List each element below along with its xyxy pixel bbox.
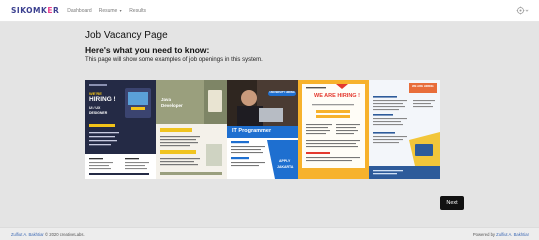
poster-3-badge: UNIVERSITY HIRING (268, 91, 297, 96)
nav-link-resume[interactable]: Resume ▼ (99, 8, 123, 14)
footer-copyright-text: © 2020 creativeLabs. (43, 232, 85, 237)
top-navbar: SIKOMKER Dashboard Resume ▼ Results (0, 0, 539, 22)
job-poster-java-developer[interactable]: Java Developer (156, 80, 227, 179)
page-footer: Zulfiut A. Bakhtiar © 2020 creativeLabs.… (0, 227, 539, 240)
nav-link-resume-label: Resume (98, 7, 118, 14)
page-title: Job Vacancy Page (85, 30, 168, 41)
brand-logo-end: R (52, 6, 60, 15)
brand-logo[interactable]: SIKOMKER (11, 6, 59, 15)
nav-link-dashboard[interactable]: Dashboard (67, 8, 91, 14)
poster-3-title: IT Programmer (232, 128, 272, 134)
next-button[interactable]: Next (440, 196, 464, 210)
poster-1-line-3: UI / UX (89, 106, 101, 110)
poster-1-line-2: HIRING ! (89, 96, 116, 103)
page-description: This page will show some examples of job… (85, 57, 263, 63)
poster-5-title: WE ARE HIRING (412, 84, 434, 88)
footer-powered-by: Powered by Zulfiut A. Bakhtiar (473, 232, 529, 237)
poster-1-line-4: DESIGNER (89, 111, 108, 115)
footer-powered-author-link[interactable]: Zulfiut A. Bakhtiar (496, 232, 529, 237)
footer-powered-label: Powered by (472, 232, 497, 237)
section-subtitle: Here's what you need to know: (85, 45, 210, 55)
poster-3-line-1: APPLY (279, 159, 291, 163)
footer-copyright: Zulfiut A. Bakhtiar © 2020 creativeLabs. (11, 232, 85, 237)
caret-down-icon: ▼ (118, 8, 123, 13)
poster-4-title: WE ARE HIRING ! (314, 93, 360, 99)
poster-2-line-2: Developer (161, 103, 183, 108)
job-poster-ui-ux-designer[interactable]: WE'RE HIRING ! UI / UX DESIGNER (85, 80, 156, 179)
brand-logo-text: SIKOMK (11, 6, 48, 15)
job-poster-we-are-hiring-yellow[interactable]: WE ARE HIRING ! (298, 80, 369, 179)
poster-artwork (156, 80, 227, 179)
job-poster-we-are-hiring-blue[interactable]: WE ARE HIRING (369, 80, 440, 179)
user-gear-icon (516, 6, 529, 15)
poster-3-line-2: JAKARTA (277, 165, 294, 169)
user-menu-toggle[interactable] (516, 6, 529, 15)
poster-2-line-1: Java (161, 97, 172, 102)
poster-artwork (369, 80, 440, 179)
page-header: Job Vacancy Page Here's what you need to… (85, 30, 263, 65)
footer-author-link[interactable]: Zulfiut A. Bakhtiar (11, 232, 44, 237)
nav-link-results[interactable]: Results (129, 8, 146, 14)
job-poster-it-programmer[interactable]: UNIVERSITY HIRING IT Programmer APPLY JA… (227, 80, 298, 179)
